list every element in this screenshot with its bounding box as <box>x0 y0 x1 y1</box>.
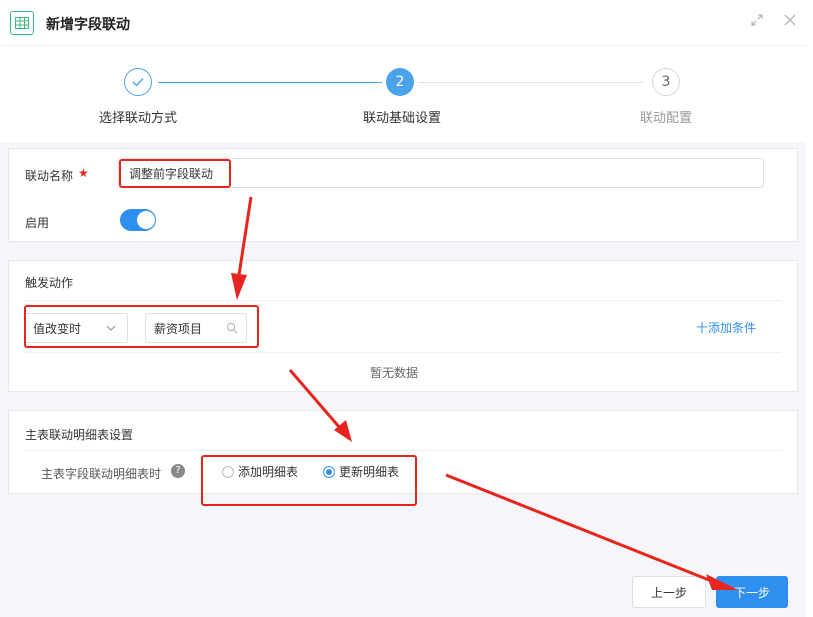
annotation-arrow-1 <box>237 196 253 276</box>
annotation-arrow-3 <box>445 473 715 584</box>
annotation-arrow-2 <box>288 369 342 429</box>
annotation-arrowhead-1 <box>231 273 247 300</box>
annotation-arrowhead-3 <box>706 574 738 590</box>
annotation-arrows <box>231 196 738 590</box>
